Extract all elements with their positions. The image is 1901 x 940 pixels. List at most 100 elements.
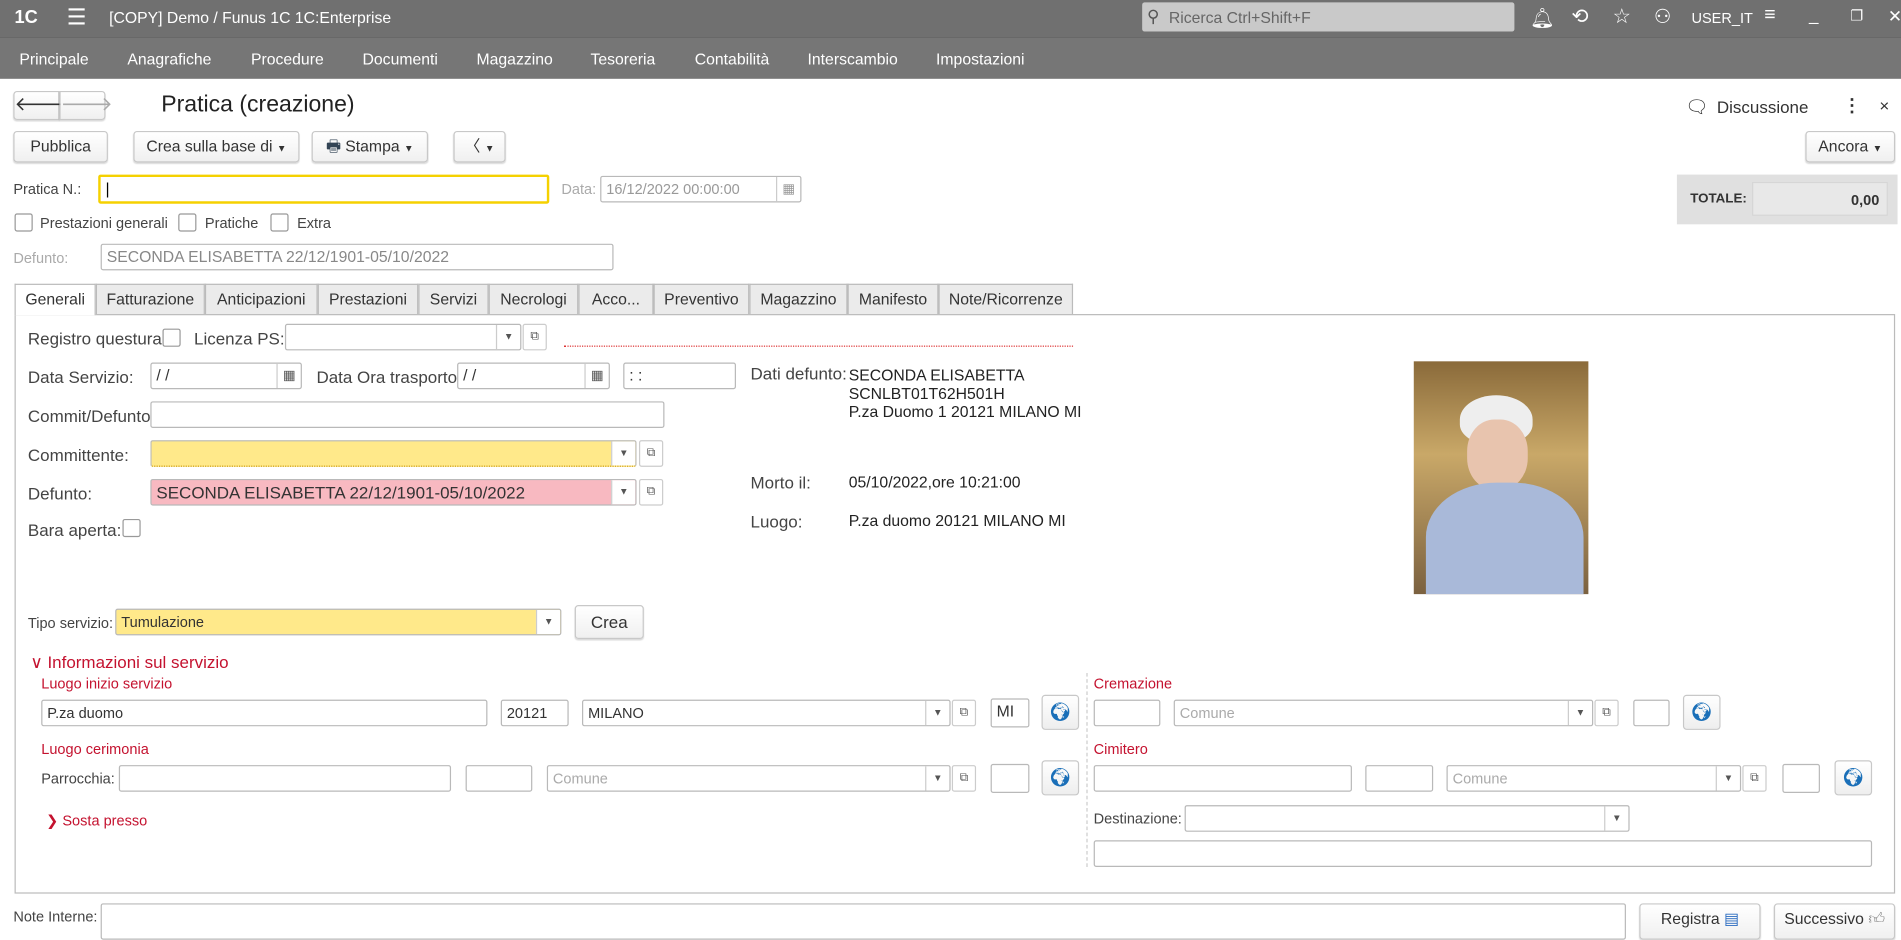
cerimonia-prov-input[interactable]	[990, 763, 1030, 793]
cimitero-comune-combo[interactable]: Comune ▼	[1446, 765, 1742, 792]
menu-impostazioni[interactable]: Impostazioni	[936, 50, 1024, 68]
extra-checkbox[interactable]	[270, 213, 289, 232]
chevron-down-icon[interactable]: ▼	[535, 609, 561, 635]
menu-magazzino[interactable]: Magazzino	[477, 50, 553, 68]
cremazione-comune-combo[interactable]: Comune ▼	[1173, 699, 1594, 727]
cerimonia-cap-input[interactable]	[465, 765, 533, 792]
open-icon[interactable]: ⧉	[522, 323, 547, 351]
menu-procedure[interactable]: Procedure	[251, 50, 324, 68]
navigation-button[interactable]: 〈 ▼	[453, 130, 506, 163]
defunto-header-input[interactable]: SECONDA ELISABETTA 22/12/1901-05/10/2022	[100, 243, 614, 271]
data-ora-input[interactable]: / / ▦	[457, 362, 610, 390]
time-input[interactable]: : :	[623, 362, 736, 390]
defunto-combo[interactable]: SECONDA ELISABETTA 22/12/1901-05/10/2022…	[150, 478, 637, 506]
parrocchia-input[interactable]	[118, 765, 452, 792]
menu-anagrafiche[interactable]: Anagrafiche	[127, 50, 211, 68]
restore-icon[interactable]: ❐	[1850, 7, 1863, 24]
tab-servizi[interactable]: Servizi	[418, 283, 489, 315]
tab-prestazioni[interactable]: Prestazioni	[317, 283, 419, 315]
open-icon[interactable]: ⧉	[951, 765, 977, 792]
note-input[interactable]	[100, 903, 1626, 940]
chevron-down-icon[interactable]: ▼	[925, 700, 949, 726]
tab-generali[interactable]: Generali	[14, 283, 96, 316]
print-button[interactable]: 🖶 Stampa ▼	[311, 130, 429, 163]
globe-icon[interactable]: 🌍︎	[1041, 694, 1080, 730]
info-servizio-toggle[interactable]: ∨ Informazioni sul servizio	[30, 652, 228, 673]
close-form-icon[interactable]: ×	[1879, 96, 1889, 115]
chevron-down-icon[interactable]: ▼	[611, 480, 636, 505]
chevron-down-icon[interactable]: ▼	[1604, 806, 1628, 831]
star-icon[interactable]: ☆	[1613, 5, 1631, 29]
chevron-down-icon[interactable]: ▼	[1715, 766, 1740, 791]
tab-note-ricorrenze[interactable]: Note/Ricorrenze	[938, 283, 1074, 315]
back-arrow-icon[interactable]: 🡐	[13, 90, 67, 121]
pratica-number-input[interactable]: |	[98, 174, 550, 204]
tab-fatturazione[interactable]: Fatturazione	[95, 283, 205, 315]
globe-icon[interactable]: 🌍︎	[1682, 694, 1721, 730]
cremazione-address-input[interactable]	[1093, 699, 1161, 727]
inizio-prov-input[interactable]: MI	[990, 698, 1030, 728]
menu-documenti[interactable]: Documenti	[363, 50, 438, 68]
open-icon[interactable]: ⧉	[638, 440, 664, 467]
user-icon[interactable]: ⚇	[1654, 5, 1671, 29]
globe-icon[interactable]: 🌍︎	[1041, 760, 1080, 796]
menu-interscambio[interactable]: Interscambio	[808, 50, 898, 68]
sosta-toggle[interactable]: ❯ Sosta presso	[46, 812, 147, 829]
registra-button[interactable]: Registra ▤	[1639, 903, 1761, 940]
discussion-icon[interactable]: 🗨︎	[1685, 96, 1708, 118]
bell-icon[interactable]: 🔔︎	[1530, 6, 1555, 30]
close-window-icon[interactable]: ✕	[1888, 6, 1901, 27]
prestazioni-generali-checkbox[interactable]	[14, 213, 33, 232]
open-icon[interactable]: ⧉	[638, 478, 664, 506]
calendar-icon[interactable]: ▦	[776, 177, 800, 202]
crea-button[interactable]: Crea	[574, 605, 644, 639]
bara-checkbox[interactable]	[122, 518, 141, 538]
destinazione-combo[interactable]: ▼	[1184, 805, 1630, 832]
tab-preventivo[interactable]: Preventivo	[653, 283, 750, 315]
hamburger-menu-icon[interactable]: ☰	[67, 5, 87, 30]
tab-magazzino[interactable]: Magazzino	[749, 283, 848, 315]
inizio-comune-combo[interactable]: MILANO ▼	[582, 699, 951, 727]
date-input[interactable]: 16/12/2022 00:00:00 ▦	[600, 175, 802, 203]
registro-checkbox[interactable]	[162, 328, 181, 347]
discussion-link[interactable]: Discussione	[1717, 97, 1809, 116]
open-icon[interactable]: ⧉	[1594, 699, 1619, 727]
globe-icon[interactable]: 🌍︎	[1834, 760, 1873, 796]
search-input[interactable]: ⚲ Ricerca Ctrl+Shift+F	[1142, 2, 1515, 32]
cimitero-address-input[interactable]	[1093, 765, 1352, 792]
inizio-cap-input[interactable]: 20121	[500, 699, 569, 727]
tab-necrologi[interactable]: Necrologi	[488, 283, 579, 315]
cimitero-prov-input[interactable]	[1782, 763, 1820, 793]
forward-arrow-icon[interactable]: 🡒	[59, 90, 113, 121]
chevron-down-icon[interactable]: ▼	[611, 441, 636, 466]
open-icon[interactable]: ⧉	[1742, 765, 1767, 792]
cerimonia-comune-combo[interactable]: Comune ▼	[546, 765, 951, 792]
cimitero-cap-input[interactable]	[1365, 765, 1434, 792]
cremazione-prov-input[interactable]	[1633, 699, 1670, 727]
calendar-icon[interactable]: ▦	[584, 363, 608, 388]
tipo-servizio-combo[interactable]: Tumulazione ▼	[115, 608, 562, 636]
licenza-combo[interactable]: ▼	[284, 323, 522, 351]
pratiche-checkbox[interactable]	[178, 213, 197, 232]
tab-anticipazioni[interactable]: Anticipazioni	[204, 283, 318, 315]
minimize-icon[interactable]: _	[1809, 5, 1818, 24]
data-servizio-input[interactable]: / / ▦	[150, 362, 302, 390]
menu-principale[interactable]: Principale	[19, 50, 88, 68]
inizio-address-input[interactable]: P.za duomo	[41, 699, 488, 727]
destinazione-detail-input[interactable]	[1093, 840, 1873, 867]
chevron-down-icon[interactable]: ▼	[1567, 700, 1592, 726]
chevron-down-icon[interactable]: ▼	[925, 766, 949, 791]
menu-contabilita[interactable]: Contabilità	[695, 50, 769, 68]
more-options-icon[interactable]: ⋮	[1843, 95, 1861, 117]
open-icon[interactable]: ⧉	[951, 699, 977, 727]
tab-acconti[interactable]: Acco...	[578, 283, 654, 315]
calendar-icon[interactable]: ▦	[276, 363, 300, 388]
more-button[interactable]: Ancora ▼	[1805, 130, 1896, 163]
successivo-button[interactable]: Successivo 👍︎	[1773, 903, 1896, 940]
chevron-down-icon[interactable]: ▼	[495, 324, 520, 350]
settings-menu-icon[interactable]: ≡	[1764, 5, 1775, 27]
commit-input[interactable]	[150, 401, 665, 429]
menu-tesoreria[interactable]: Tesoreria	[590, 50, 655, 68]
tab-manifesto[interactable]: Manifesto	[847, 283, 939, 315]
user-name[interactable]: USER_IT	[1691, 10, 1752, 27]
